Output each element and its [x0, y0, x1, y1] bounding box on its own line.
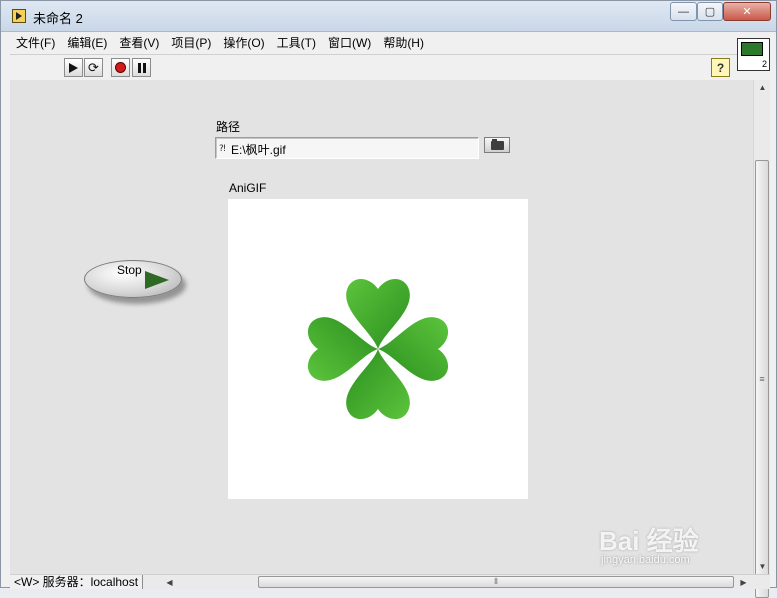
scroll-left-arrow-icon[interactable]: ◀ — [162, 575, 177, 589]
run-arrow-icon — [69, 62, 78, 73]
minimize-button[interactable]: — — [670, 2, 697, 21]
menu-bar: 文件(F) 编辑(E) 查看(V) 项目(P) 操作(O) 工具(T) 窗口(W… — [10, 32, 738, 53]
menu-view[interactable]: 查看(V) — [113, 34, 165, 51]
path-label: 路径 — [216, 120, 241, 134]
vi-icon[interactable]: 2 — [737, 38, 770, 71]
stop-button-label: Stop — [117, 263, 142, 277]
context-server-label: <W> 服务器：localhost — [10, 575, 144, 589]
menu-file[interactable]: 文件(F) — [10, 34, 61, 51]
menu-project[interactable]: 项目(P) — [165, 34, 217, 51]
four-leaf-clover-image — [307, 278, 449, 420]
front-panel: 路径 ⁈ E:\枫叶.gif AniGIF Stop — [10, 80, 753, 574]
scroll-down-arrow-icon[interactable]: ▼ — [755, 559, 770, 574]
toolbar: ⟳ ? — [10, 54, 738, 81]
browse-button[interactable] — [484, 137, 510, 153]
folder-open-icon — [490, 138, 504, 150]
watermark-url: jingyan.baidu.com — [601, 554, 690, 566]
anigif-display — [228, 199, 528, 499]
labview-app-icon — [12, 9, 26, 23]
vi-icon-graphic — [741, 42, 763, 56]
pause-button[interactable] — [132, 58, 151, 77]
path-type-icon: ⁈ — [219, 143, 226, 153]
path-value[interactable]: E:\枫叶.gif — [231, 141, 286, 158]
pause-icon — [137, 62, 146, 73]
menu-operate[interactable]: 操作(O) — [217, 34, 270, 51]
stop-arrow-icon — [145, 271, 169, 289]
menu-edit[interactable]: 编辑(E) — [61, 34, 113, 51]
abort-button[interactable] — [111, 58, 130, 77]
run-button[interactable] — [64, 58, 83, 77]
vertical-scroll-thumb[interactable]: ≡ — [755, 160, 769, 598]
title-bar[interactable]: 未命名 2 — ▢ ✕ — [1, 1, 776, 32]
labview-window: 未命名 2 — ▢ ✕ 文件(F) 编辑(E) 查看(V) 项目(P) 操作(O… — [0, 0, 777, 598]
anigif-label: AniGIF — [229, 181, 267, 195]
vertical-scrollbar[interactable]: ▲ ≡ ▼ — [753, 80, 770, 598]
stop-button[interactable]: Stop — [84, 260, 182, 298]
menu-help[interactable]: 帮助(H) — [377, 34, 430, 51]
close-button[interactable]: ✕ — [723, 2, 771, 21]
menu-tools[interactable]: 工具(T) — [271, 34, 322, 51]
run-continuously-button[interactable]: ⟳ — [84, 58, 103, 77]
watermark-brand: Bai 经验 — [599, 526, 699, 556]
horizontal-scroll-thumb[interactable]: ⦀ — [258, 576, 734, 588]
scroll-right-arrow-icon[interactable]: ▶ — [736, 575, 751, 589]
scroll-up-arrow-icon[interactable]: ▲ — [755, 80, 770, 95]
vi-icon-number: 2 — [761, 59, 767, 69]
menu-window[interactable]: 窗口(W) — [322, 34, 377, 51]
abort-icon — [115, 62, 126, 73]
context-help-button[interactable]: ? — [711, 58, 730, 77]
path-control[interactable]: ⁈ E:\枫叶.gif — [215, 137, 479, 159]
maximize-button[interactable]: ▢ — [697, 2, 723, 21]
run-continuously-icon: ⟳ — [88, 60, 99, 75]
window-title: 未命名 2 — [33, 11, 83, 26]
status-bar: <W> 服务器：localhost ◀ ⦀ ▶ — [10, 574, 770, 589]
